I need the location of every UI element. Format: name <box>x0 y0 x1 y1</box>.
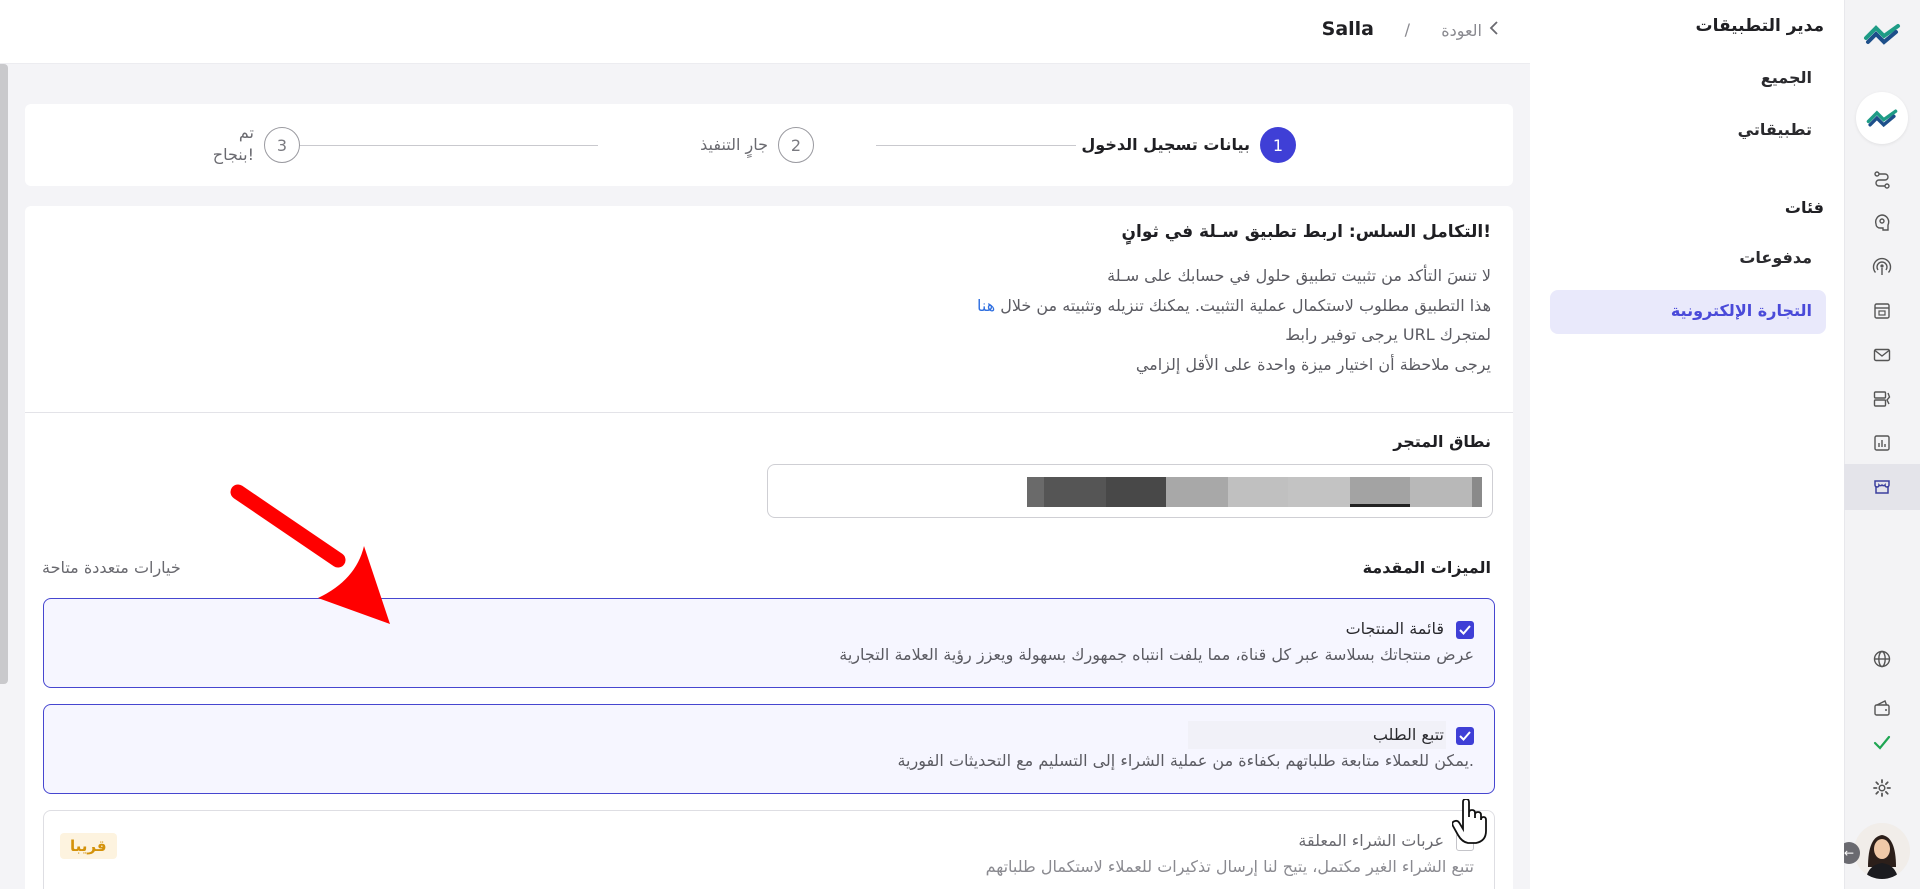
feature-title: قائمة المنتجات <box>1345 619 1444 638</box>
sidebar-title: مدير التطبيقات <box>1695 16 1824 36</box>
settings-head-icon[interactable] <box>1870 211 1894 235</box>
store-domain-input[interactable] <box>767 464 1493 518</box>
page-header: العودة / Salla <box>0 0 1530 64</box>
integration-title: التكامل السلس: اربط تطبيق سـلة في ثوانٍ! <box>1121 222 1491 242</box>
step-3-circle: 3 <box>264 127 300 163</box>
app-manager-sidebar: مدير التطبيقات الجميع تطبيقاتي فئات مدفو… <box>1548 0 1844 889</box>
hand-cursor-icon <box>1452 799 1487 844</box>
apps-manager-icon[interactable] <box>1856 92 1908 144</box>
wallet-icon[interactable] <box>1870 696 1894 720</box>
step-3-label-line2: بنجاح! <box>212 145 254 164</box>
sidebar-item-my-apps[interactable]: تطبيقاتي <box>1738 120 1812 139</box>
info-line-2: هذا التطبيق مطلوب لاستكمال عملية التثبيت… <box>977 296 1491 315</box>
advanced-features-label: الميزات المقدمة <box>1362 558 1491 577</box>
feature-description: تتبع الشراء الغير مكتمل، يتيح لنا إرسال … <box>985 857 1474 876</box>
cards-icon[interactable] <box>1870 387 1894 411</box>
gear-icon[interactable] <box>1870 776 1894 800</box>
multiple-options-label: خيارات متعددة متاحة <box>42 558 181 577</box>
shop-icon[interactable] <box>1870 475 1894 499</box>
step-connector <box>266 145 598 146</box>
feature-description: عرض منتجاتك بسلاسة عبر كل قناة، مما يلفت… <box>839 645 1474 664</box>
product-list-checkbox[interactable] <box>1456 621 1474 639</box>
feature-description: يمكن للعملاء متابعة طلباتهم بكفاءة من عم… <box>897 751 1474 770</box>
info-line-2-text: هذا التطبيق مطلوب لاستكمال عملية التثبيت… <box>1000 296 1491 315</box>
store-domain-label: نطاق المتجر <box>1393 432 1491 451</box>
sidebar-item-ecommerce[interactable]: التجارة الإلكترونية <box>1550 290 1826 334</box>
feature-order-tracking[interactable]: تتبع الطلب يمكن للعملاء متابعة طلباتهم ب… <box>43 704 1495 794</box>
install-stepper: 1 بيانات تسجيل الدخول 2 جارٍ التنفيذ 3 ت… <box>25 104 1513 186</box>
step-connector <box>876 145 1076 146</box>
feature-abandoned-carts: عربات الشراء المعلقة تتبع الشراء الغير م… <box>43 810 1495 889</box>
sidebar-categories-heading: فئات <box>1784 198 1824 217</box>
back-label: العودة <box>1441 20 1482 40</box>
sidebar-item-all[interactable]: الجميع <box>1761 68 1812 87</box>
breadcrumb-separator: / <box>1404 20 1410 39</box>
main-content: 1 بيانات تسجيل الدخول 2 جارٍ التنفيذ 3 ت… <box>0 64 1530 889</box>
coming-soon-badge: قريبا <box>60 833 117 859</box>
section-divider <box>25 412 1513 413</box>
report-chart-icon[interactable] <box>1870 431 1894 455</box>
step-3-label: تم بنجاح! <box>213 122 254 166</box>
download-link[interactable]: هنا <box>977 296 995 315</box>
globe-icon[interactable] <box>1870 647 1894 671</box>
vertical-scrollbar[interactable] <box>0 64 8 684</box>
order-tracking-checkbox[interactable] <box>1456 727 1474 745</box>
feature-title: تتبع الطلب <box>1372 725 1444 744</box>
step-1-circle: 1 <box>1260 127 1296 163</box>
feature-title: عربات الشراء المعلقة <box>1298 831 1444 850</box>
broadcast-icon[interactable] <box>1870 255 1894 279</box>
mail-icon[interactable] <box>1870 343 1894 367</box>
app-logo-icon[interactable] <box>1862 20 1902 48</box>
step-2-label: جارٍ التنفيذ <box>700 135 768 154</box>
step-3-label-line1: تم <box>238 123 254 142</box>
check-icon[interactable] <box>1870 731 1894 755</box>
store-front-icon[interactable] <box>1870 299 1894 323</box>
sidebar-item-ecommerce-label: التجارة الإلكترونية <box>1670 301 1812 320</box>
info-line-4: يرجى ملاحظة أن اختيار ميزة واحدة على الأ… <box>1135 355 1491 374</box>
back-link[interactable]: العودة <box>1441 20 1500 40</box>
step-1-label: بيانات تسجيل الدخول <box>1081 135 1250 154</box>
sidebar-item-payments[interactable]: مدفوعات <box>1739 248 1812 267</box>
redacted-value <box>1027 477 1482 507</box>
route-icon[interactable] <box>1870 168 1894 192</box>
chevron-left-icon <box>1488 20 1500 40</box>
icon-rail: ← <box>1838 0 1920 889</box>
info-line-1: لا تنسَ التأكد من تثبيت تطبيق حلول في حس… <box>1107 266 1491 285</box>
step-2-circle: 2 <box>778 127 814 163</box>
info-line-3: يرجى توفير رابط URL لمتجرك <box>1285 325 1491 344</box>
page-title: Salla <box>1321 18 1374 40</box>
user-avatar[interactable] <box>1854 823 1910 879</box>
annotation-arrow-icon <box>230 484 390 624</box>
